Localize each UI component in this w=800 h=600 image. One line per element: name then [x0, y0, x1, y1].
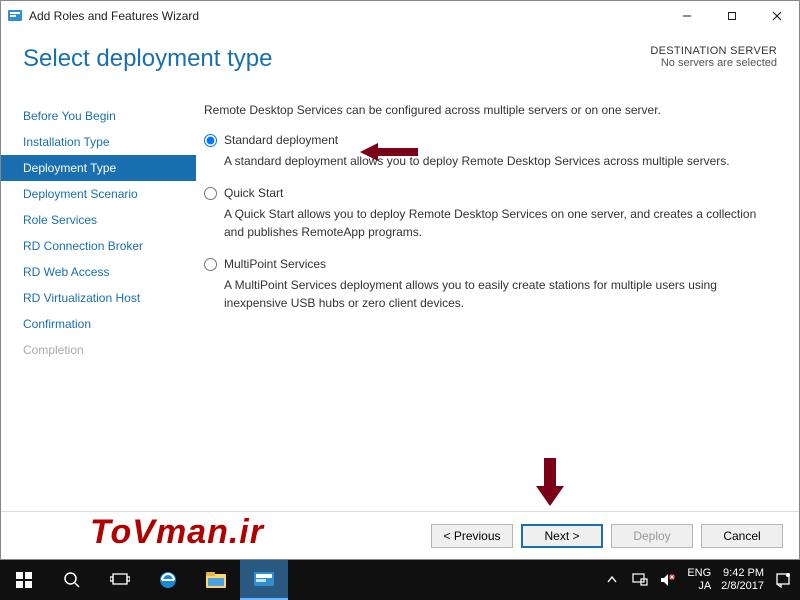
- maximize-button[interactable]: [709, 2, 754, 31]
- step-rd-connection-broker[interactable]: RD Connection Broker: [1, 233, 196, 259]
- tray-chevron-icon[interactable]: [603, 575, 621, 585]
- task-view-button[interactable]: [96, 560, 144, 600]
- tray-notifications-icon[interactable]: [774, 572, 792, 588]
- option-multipoint-desc: A MultiPoint Services deployment allows …: [224, 277, 767, 312]
- taskbar: ENG JA 9:42 PM 2/8/2017: [0, 560, 800, 600]
- page-title: Select deployment type: [23, 45, 650, 73]
- deploy-button: Deploy: [611, 524, 693, 548]
- option-multipoint: MultiPoint Services A MultiPoint Service…: [204, 257, 767, 312]
- option-multipoint-label: MultiPoint Services: [224, 257, 326, 271]
- steps-sidebar: Before You Begin Installation Type Deplo…: [1, 103, 196, 511]
- window-title: Add Roles and Features Wizard: [29, 9, 199, 23]
- step-installation-type[interactable]: Installation Type: [1, 129, 196, 155]
- radio-quick-start[interactable]: [204, 187, 217, 200]
- wizard-window: Add Roles and Features Wizard Select dep…: [0, 0, 800, 560]
- radio-standard-deployment[interactable]: [204, 134, 217, 147]
- option-quick-label: Quick Start: [224, 186, 283, 200]
- minimize-button[interactable]: [664, 2, 709, 31]
- tray-clock[interactable]: 9:42 PM 2/8/2017: [721, 567, 764, 592]
- step-completion: Completion: [1, 337, 196, 363]
- cancel-button[interactable]: Cancel: [701, 524, 783, 548]
- intro-text: Remote Desktop Services can be configure…: [204, 103, 767, 117]
- taskbar-ie-icon[interactable]: [144, 560, 192, 600]
- option-standard-desc: A standard deployment allows you to depl…: [224, 153, 767, 170]
- button-bar: < Previous Next > Deploy Cancel: [1, 511, 799, 559]
- annotation-arrow-standard: [360, 140, 420, 164]
- tray-volume-icon[interactable]: [659, 573, 677, 587]
- next-button[interactable]: Next >: [521, 524, 603, 548]
- option-quick-row[interactable]: Quick Start: [204, 186, 767, 200]
- step-rd-virtualization-host[interactable]: RD Virtualization Host: [1, 285, 196, 311]
- step-rd-web-access[interactable]: RD Web Access: [1, 259, 196, 285]
- search-button[interactable]: [48, 560, 96, 600]
- lang-primary: ENG: [687, 567, 711, 580]
- option-multipoint-row[interactable]: MultiPoint Services: [204, 257, 767, 271]
- system-tray: ENG JA 9:42 PM 2/8/2017: [603, 567, 800, 592]
- option-standard-row[interactable]: Standard deployment: [204, 133, 767, 147]
- titlebar: Add Roles and Features Wizard: [1, 1, 799, 31]
- step-deployment-type[interactable]: Deployment Type: [1, 155, 196, 181]
- start-button[interactable]: [0, 560, 48, 600]
- option-quick-start: Quick Start A Quick Start allows you to …: [204, 186, 767, 241]
- option-standard-label: Standard deployment: [224, 133, 338, 147]
- page-header: Select deployment type DESTINATION SERVE…: [1, 31, 799, 79]
- step-confirmation[interactable]: Confirmation: [1, 311, 196, 337]
- close-button[interactable]: [754, 2, 799, 31]
- tray-date: 2/8/2017: [721, 580, 764, 593]
- radio-multipoint[interactable]: [204, 258, 217, 271]
- app-icon: [7, 8, 23, 24]
- tray-time: 9:42 PM: [723, 567, 764, 580]
- option-quick-desc: A Quick Start allows you to deploy Remot…: [224, 206, 767, 241]
- main-content: Remote Desktop Services can be configure…: [196, 103, 777, 511]
- option-standard-deployment: Standard deployment A standard deploymen…: [204, 133, 767, 170]
- taskbar-server-manager-icon[interactable]: [240, 560, 288, 600]
- step-before-you-begin[interactable]: Before You Begin: [1, 103, 196, 129]
- previous-button[interactable]: < Previous: [431, 524, 513, 548]
- tray-language[interactable]: ENG JA: [687, 567, 711, 592]
- annotation-arrow-next: [536, 458, 564, 506]
- taskbar-explorer-icon[interactable]: [192, 560, 240, 600]
- step-role-services[interactable]: Role Services: [1, 207, 196, 233]
- step-deployment-scenario[interactable]: Deployment Scenario: [1, 181, 196, 207]
- destination-label: DESTINATION SERVER: [650, 45, 777, 57]
- tray-network-icon[interactable]: [631, 573, 649, 587]
- destination-value: No servers are selected: [650, 57, 777, 69]
- lang-secondary: JA: [698, 580, 711, 593]
- destination-info: DESTINATION SERVER No servers are select…: [650, 45, 777, 73]
